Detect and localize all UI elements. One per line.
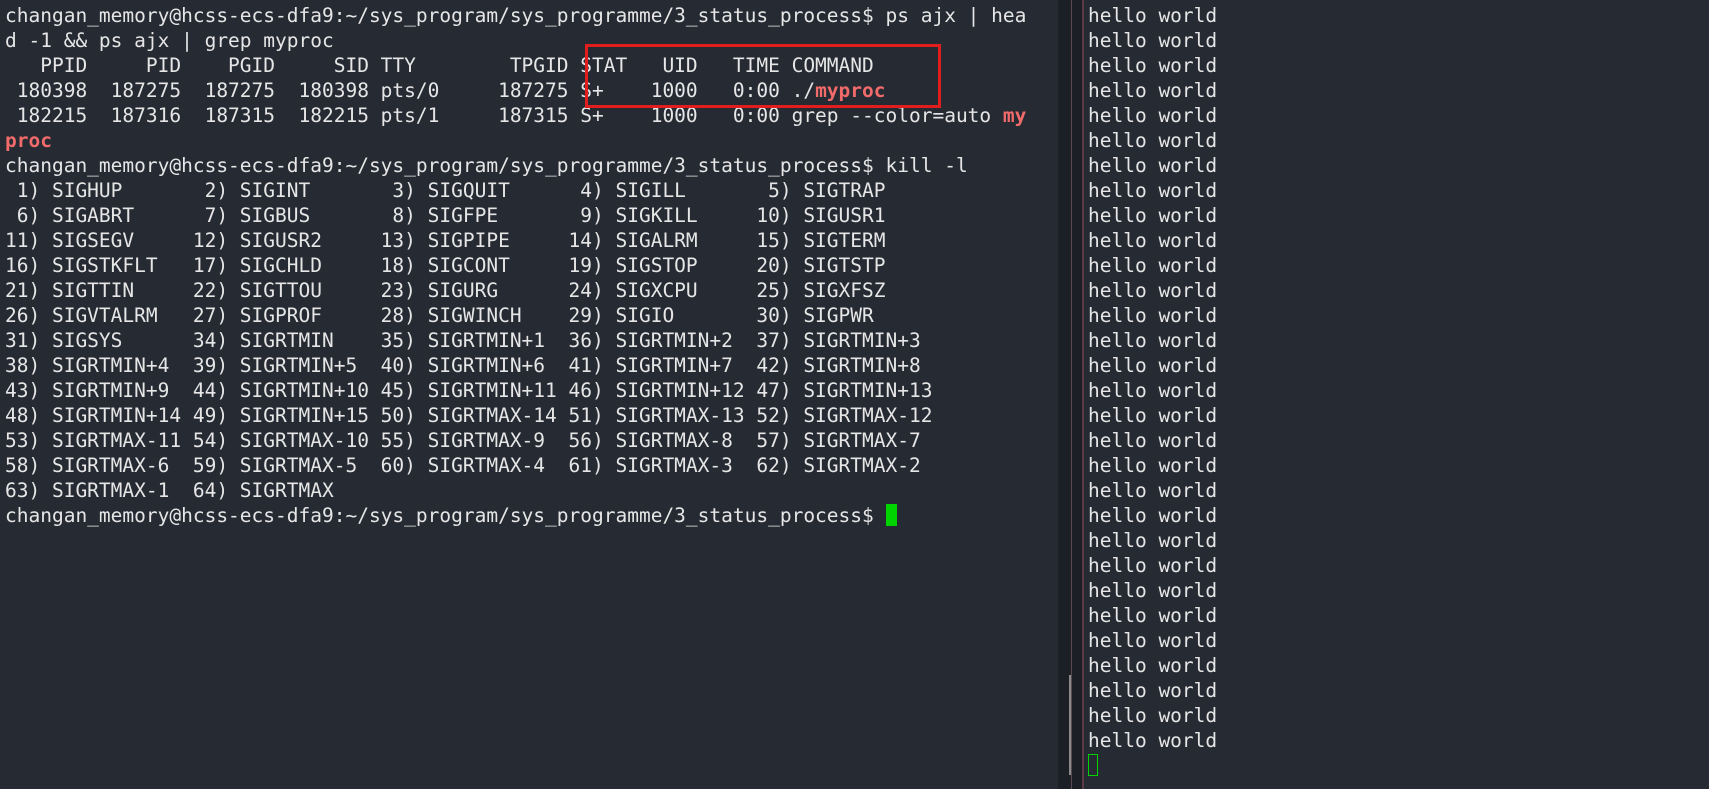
terminal-line: hello world	[1088, 704, 1218, 727]
terminal-line: hello world	[1088, 254, 1218, 277]
annotation-highlight-box	[585, 44, 941, 108]
terminal-line: hello world	[1088, 204, 1218, 227]
pane-divider[interactable]	[1058, 0, 1082, 789]
terminal-line: hello world	[1088, 129, 1218, 152]
terminal-line: hello world	[1088, 104, 1218, 127]
terminal-line: hello world	[1088, 304, 1218, 327]
terminal-line: 53) SIGRTMAX-11 54) SIGRTMAX-10 55) SIGR…	[5, 429, 921, 452]
terminal-line: 26) SIGVTALRM 27) SIGPROF 28) SIGWINCH 2…	[5, 304, 874, 327]
terminal-line: hello world	[1088, 529, 1218, 552]
grep-match-highlight: proc	[5, 129, 52, 152]
terminal-line: hello world	[1088, 79, 1218, 102]
terminal-line: changan_memory@hcss-ecs-dfa9:~/sys_progr…	[5, 503, 1058, 528]
shell-prompt: changan_memory@hcss-ecs-dfa9:~/sys_progr…	[5, 504, 886, 527]
scrollbar-thumb[interactable]	[1069, 675, 1071, 775]
terminal-line: 1) SIGHUP 2) SIGINT 3) SIGQUIT 4) SIGILL…	[5, 179, 886, 202]
terminal-line: hello world	[1088, 504, 1218, 527]
terminal-cursor	[1088, 754, 1098, 776]
terminal-line: hello world	[1088, 479, 1218, 502]
terminal-line: hello world	[1088, 154, 1218, 177]
terminal-line: hello world	[1088, 629, 1218, 652]
terminal-line: changan_memory@hcss-ecs-dfa9:~/sys_progr…	[5, 4, 1027, 27]
terminal-line: hello world	[1088, 329, 1218, 352]
terminal-line: hello world	[1088, 654, 1218, 677]
terminal-line: hello world	[1088, 554, 1218, 577]
terminal-line: hello world	[1088, 679, 1218, 702]
terminal-line: hello world	[1088, 354, 1218, 377]
right-terminal-pane[interactable]: hello world hello world hello world hell…	[1082, 0, 1709, 789]
terminal-line: hello world	[1088, 404, 1218, 427]
terminal-line: hello world	[1088, 579, 1218, 602]
terminal-line	[1088, 753, 1709, 778]
terminal-line: hello world	[1088, 4, 1218, 27]
right-terminal-output: hello world hello world hello world hell…	[1088, 3, 1709, 778]
terminal-line: changan_memory@hcss-ecs-dfa9:~/sys_progr…	[5, 154, 968, 177]
terminal-line: 48) SIGRTMIN+14 49) SIGRTMIN+15 50) SIGR…	[5, 404, 933, 427]
terminal-line: 58) SIGRTMAX-6 59) SIGRTMAX-5 60) SIGRTM…	[5, 454, 921, 477]
terminal-line: 38) SIGRTMIN+4 39) SIGRTMIN+5 40) SIGRTM…	[5, 354, 921, 377]
scrollbar-track[interactable]	[1071, 0, 1072, 789]
terminal-line: hello world	[1088, 54, 1218, 77]
terminal-line: hello world	[1088, 429, 1218, 452]
left-terminal-pane[interactable]: changan_memory@hcss-ecs-dfa9:~/sys_progr…	[0, 0, 1058, 789]
terminal-line: hello world	[1088, 179, 1218, 202]
terminal-line: 11) SIGSEGV 12) SIGUSR2 13) SIGPIPE 14) …	[5, 229, 886, 252]
terminal-line: 6) SIGABRT 7) SIGBUS 8) SIGFPE 9) SIGKIL…	[5, 204, 886, 227]
terminal-line: hello world	[1088, 729, 1218, 752]
grep-match-highlight: my	[1002, 104, 1027, 127]
terminal-line: hello world	[1088, 454, 1218, 477]
terminal-line: 16) SIGSTKFLT 17) SIGCHLD 18) SIGCONT 19…	[5, 254, 886, 277]
terminal-line: 21) SIGTTIN 22) SIGTTOU 23) SIGURG 24) S…	[5, 279, 886, 302]
terminal-line: proc	[5, 128, 1058, 153]
terminal-line: 31) SIGSYS 34) SIGRTMIN 35) SIGRTMIN+1 3…	[5, 329, 921, 352]
terminal-line: hello world	[1088, 604, 1218, 627]
terminal-line: hello world	[1088, 29, 1218, 52]
terminal-line: 43) SIGRTMIN+9 44) SIGRTMIN+10 45) SIGRT…	[5, 379, 933, 402]
terminal-line: hello world	[1088, 229, 1218, 252]
terminal-line: hello world	[1088, 279, 1218, 302]
terminal-line: hello world	[1088, 379, 1218, 402]
terminal-line: 63) SIGRTMAX-1 64) SIGRTMAX	[5, 479, 334, 502]
terminal-cursor	[885, 504, 897, 526]
